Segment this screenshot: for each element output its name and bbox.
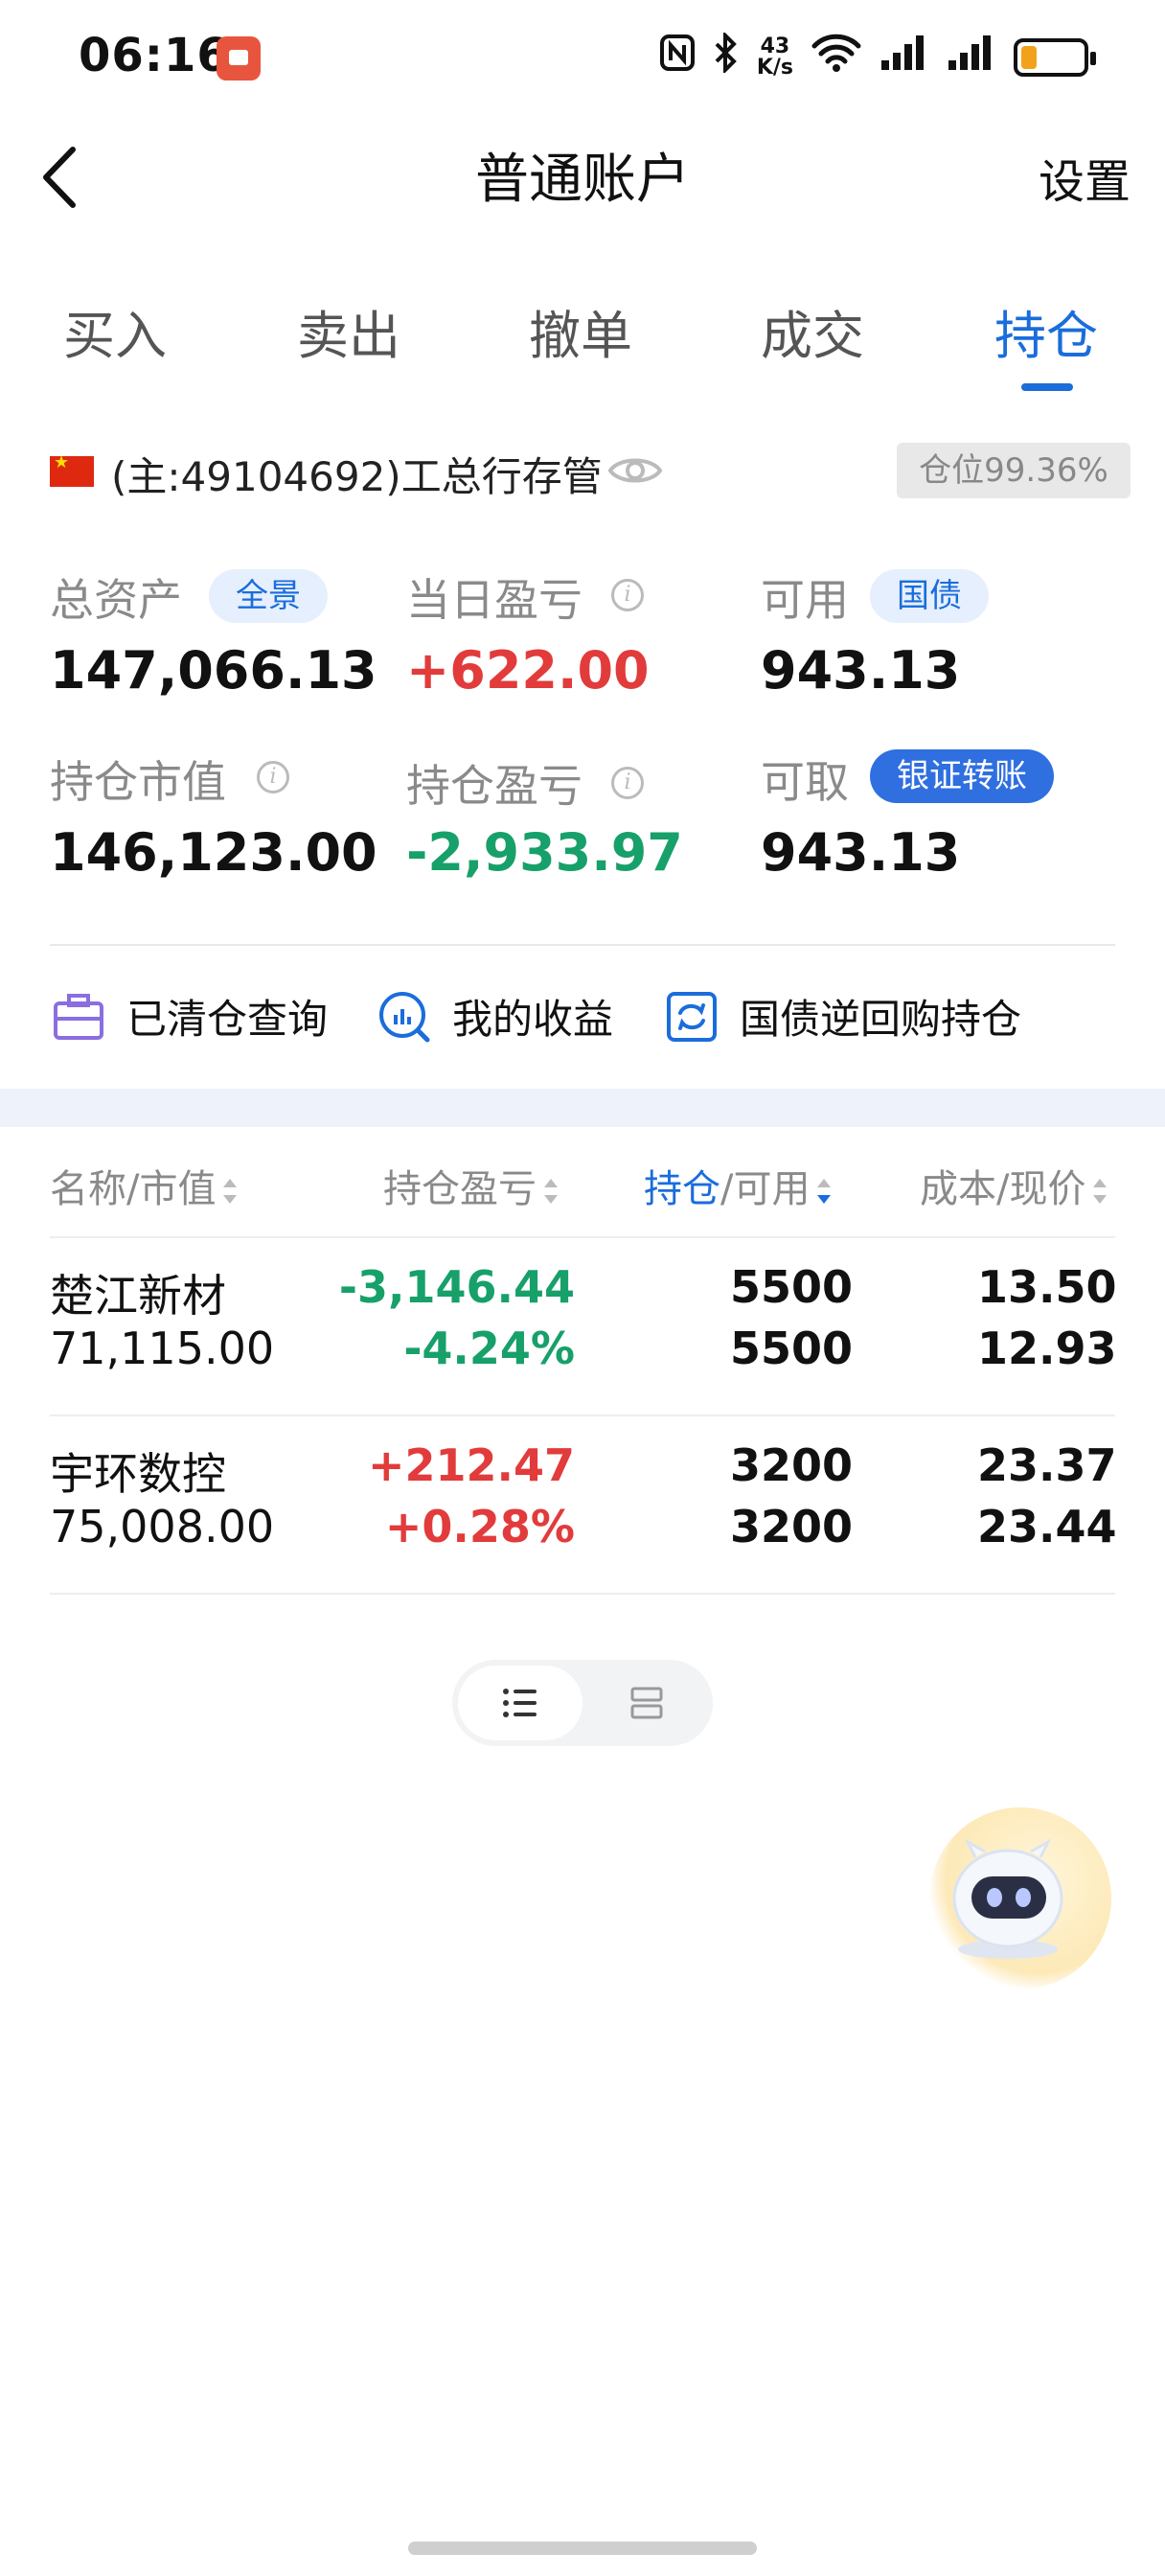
total-assets-value: 147,066.13 <box>50 640 377 701</box>
net-speed: 43 K/s <box>756 34 793 80</box>
signal-icon-2 <box>947 34 996 81</box>
tab-positions[interactable]: 持仓 <box>994 293 1098 369</box>
info-icon[interactable]: i <box>257 761 289 794</box>
screen-record-icon <box>217 36 261 80</box>
list-icon <box>503 1689 537 1717</box>
treasury-chip[interactable]: 国债 <box>870 569 989 623</box>
table-row[interactable]: 楚江新材 71,115.00 -3,146.44 -4.24% 5500 550… <box>0 1238 1165 1414</box>
stock-pnl-pct: -4.24% <box>403 1322 575 1374</box>
ai-assistant-button[interactable] <box>929 1807 1111 1990</box>
china-flag-icon <box>50 452 94 487</box>
withdrawable-label: 可取 <box>761 756 849 808</box>
tab-deals[interactable]: 成交 <box>761 293 864 369</box>
stock-pnl: -3,146.44 <box>338 1261 575 1313</box>
stock-pnl: +212.47 <box>367 1439 575 1491</box>
market-value-label: 持仓市值 <box>50 756 226 808</box>
col-cost-price[interactable]: 成本/现价 <box>920 1158 1115 1213</box>
my-earnings-button[interactable]: 我的收益 <box>377 987 613 1046</box>
daily-pnl-value: +622.00 <box>406 640 650 701</box>
robot-icon <box>952 1838 1063 1959</box>
section-separator <box>0 1089 1165 1127</box>
active-tab-indicator <box>1021 383 1073 391</box>
eye-icon[interactable] <box>607 448 663 493</box>
stock-price-clip: 12.930 <box>977 1322 1115 1374</box>
account-selector[interactable]: (主:49104692)工总行存管 <box>111 445 603 503</box>
position-pnl-value: -2,933.97 <box>406 822 683 883</box>
withdrawable-value: 943.13 <box>761 822 961 883</box>
tab-sell[interactable]: 卖出 <box>297 293 400 369</box>
stock-available: 3200 <box>729 1501 853 1552</box>
view-mode-toggle[interactable] <box>452 1660 713 1746</box>
stock-cost: 13.502 <box>977 1261 1115 1313</box>
total-assets-label: 总资产 <box>50 574 182 626</box>
bank-transfer-button[interactable]: 银证转账 <box>870 749 1054 803</box>
sort-desc-icon <box>815 1179 833 1204</box>
market-value: 146,123.00 <box>50 822 377 883</box>
cleared-positions-button[interactable]: 已清仓查询 <box>52 987 328 1046</box>
stock-available: 5500 <box>729 1322 853 1374</box>
overview-chip[interactable]: 全景 <box>209 569 328 623</box>
info-icon[interactable]: i <box>611 579 644 611</box>
cleared-positions-label: 已清仓查询 <box>126 996 329 1043</box>
sort-icon <box>1091 1179 1108 1204</box>
divider <box>50 1593 1115 1595</box>
briefcase-icon <box>54 993 103 1040</box>
tab-cancel-order[interactable]: 撤单 <box>529 293 632 369</box>
nfc-icon <box>659 34 696 81</box>
stock-name: 楚江新材 <box>50 1270 226 1322</box>
battery-icon <box>1014 38 1096 77</box>
status-bar: 06:16 43 K/s <box>0 0 1165 115</box>
available-value: 943.13 <box>761 640 961 701</box>
bluetooth-icon <box>713 31 740 82</box>
stock-cost-clip: 13.502 <box>977 1261 1115 1313</box>
col-name-value[interactable]: 名称/市值 <box>50 1158 239 1213</box>
sort-icon <box>542 1179 560 1204</box>
card-view-button[interactable] <box>586 1666 707 1740</box>
reverse-repo-button[interactable]: 国债逆回购持仓 <box>665 987 1021 1046</box>
stock-price: 12.930 <box>977 1322 1115 1374</box>
stock-price: 23.440 <box>977 1501 1115 1552</box>
stock-position: 5500 <box>729 1261 853 1313</box>
table-row[interactable]: 宇环数控 75,008.00 +212.47 +0.28% 3200 3200 … <box>0 1416 1165 1593</box>
status-icons: 43 K/s <box>659 31 1096 82</box>
settings-button[interactable]: 设置 <box>1039 144 1131 211</box>
card-view-icon <box>630 1687 663 1719</box>
stock-market-value: 75,008.00 <box>50 1501 275 1552</box>
wifi-icon <box>811 33 862 82</box>
divider <box>50 944 1115 946</box>
stock-name: 宇环数控 <box>50 1448 226 1500</box>
chart-circle-icon <box>379 991 430 1042</box>
stock-position: 3200 <box>729 1439 853 1491</box>
sort-icon <box>221 1179 239 1204</box>
daily-pnl-label: 当日盈亏 <box>406 574 582 626</box>
col-position-available[interactable]: 持仓/可用 <box>644 1158 833 1213</box>
position-ratio-badge: 仓位99.36% <box>897 443 1131 498</box>
stock-cost: 23.374 <box>977 1439 1115 1491</box>
signal-icon-1 <box>879 34 929 81</box>
info-icon[interactable]: i <box>611 767 644 799</box>
stock-cost-clip: 23.374 <box>977 1439 1115 1491</box>
reverse-repo-label: 国债逆回购持仓 <box>740 996 1022 1043</box>
home-indicator[interactable] <box>408 2542 757 2555</box>
status-time: 06:16 <box>79 29 230 82</box>
stock-pnl-pct: +0.28% <box>384 1501 575 1552</box>
position-pnl-label: 持仓盈亏 <box>406 760 582 812</box>
col-pnl[interactable]: 持仓盈亏 <box>383 1158 560 1213</box>
available-label: 可用 <box>761 574 849 626</box>
list-view-button[interactable] <box>458 1666 582 1740</box>
my-earnings-label: 我的收益 <box>452 996 614 1043</box>
stock-market-value: 71,115.00 <box>50 1322 275 1374</box>
tab-buy[interactable]: 买入 <box>63 293 167 369</box>
page-title: 普通账户 <box>475 149 690 211</box>
stock-price-clip: 23.440 <box>977 1501 1115 1552</box>
refresh-square-icon <box>667 991 717 1042</box>
